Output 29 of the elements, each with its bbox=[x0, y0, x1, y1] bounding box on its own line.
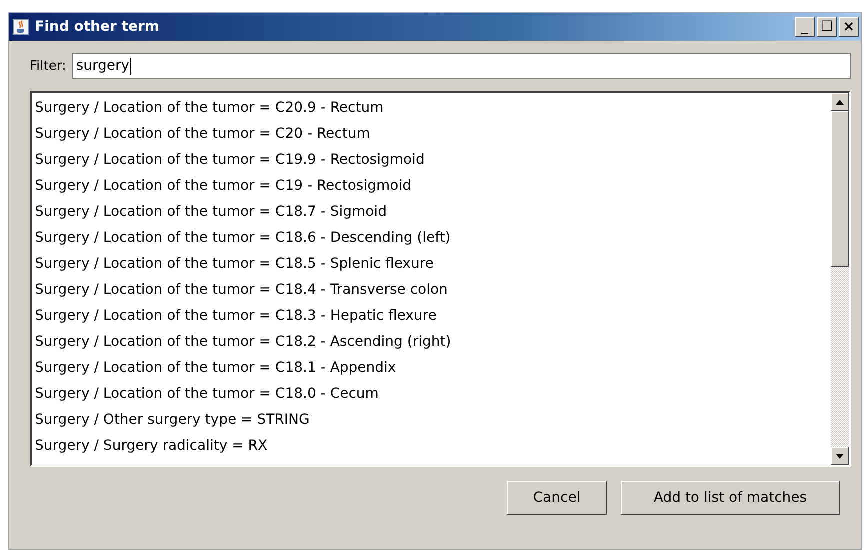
list-item[interactable]: Surgery / Location of the tumor = C18.1 - Appendix bbox=[32, 355, 831, 381]
close-button[interactable]: × bbox=[839, 17, 859, 37]
scroll-up-button[interactable] bbox=[831, 93, 849, 111]
minimize-button[interactable]: _ bbox=[795, 17, 815, 37]
scroll-down-button[interactable] bbox=[831, 447, 849, 465]
scroll-thumb[interactable] bbox=[831, 111, 849, 267]
list-item[interactable]: Surgery / Location of the tumor = C18.0 - Cecum bbox=[32, 381, 831, 407]
list-item[interactable]: Surgery / Location of the tumor = C18.5 - Splenic flexure bbox=[32, 251, 831, 277]
list-item[interactable]: Surgery / Location of the tumor = C18.7 - Sigmoid bbox=[32, 199, 831, 225]
list-item[interactable]: Surgery / Surgery radicality = RX bbox=[32, 433, 831, 459]
window-title: Find other term bbox=[35, 19, 160, 35]
scrollbar[interactable] bbox=[831, 93, 849, 465]
filter-field[interactable]: surgery bbox=[72, 53, 851, 79]
filter-label: Filter: bbox=[30, 58, 66, 74]
cancel-button[interactable]: Cancel bbox=[507, 481, 607, 515]
cup-icon bbox=[13, 19, 29, 35]
list-item[interactable]: Surgery / Location of the tumor = C20.9 - Rectum bbox=[32, 95, 831, 121]
list-item[interactable]: Surgery / Location of the tumor = C18.3 - Hepatic flexure bbox=[32, 303, 831, 329]
down-arrow-icon bbox=[836, 454, 844, 458]
list-item[interactable]: Surgery / Location of the tumor = C18.6 - Descending (left) bbox=[32, 225, 831, 251]
list-item[interactable]: Surgery / Location of the tumor = C20 - Rectum bbox=[32, 121, 831, 147]
list-item[interactable]: Surgery / Location of the tumor = C18.4 - Transverse colon bbox=[32, 277, 831, 303]
up-arrow-icon bbox=[836, 100, 844, 104]
list-item[interactable]: Surgery / Location of the tumor = C19.9 - Rectosigmoid bbox=[32, 147, 831, 173]
maximize-button[interactable]: ☐ bbox=[817, 17, 837, 37]
list-item[interactable]: Surgery / Other surgery type = STRING bbox=[32, 407, 831, 433]
list-item[interactable]: Surgery / Location of the tumor = C18.2 - Ascending (right) bbox=[32, 329, 831, 355]
list-item[interactable]: Surgery / Location of the tumor = C19 - Rectosigmoid bbox=[32, 173, 831, 199]
add-button[interactable]: Add to list of matches bbox=[621, 481, 840, 515]
